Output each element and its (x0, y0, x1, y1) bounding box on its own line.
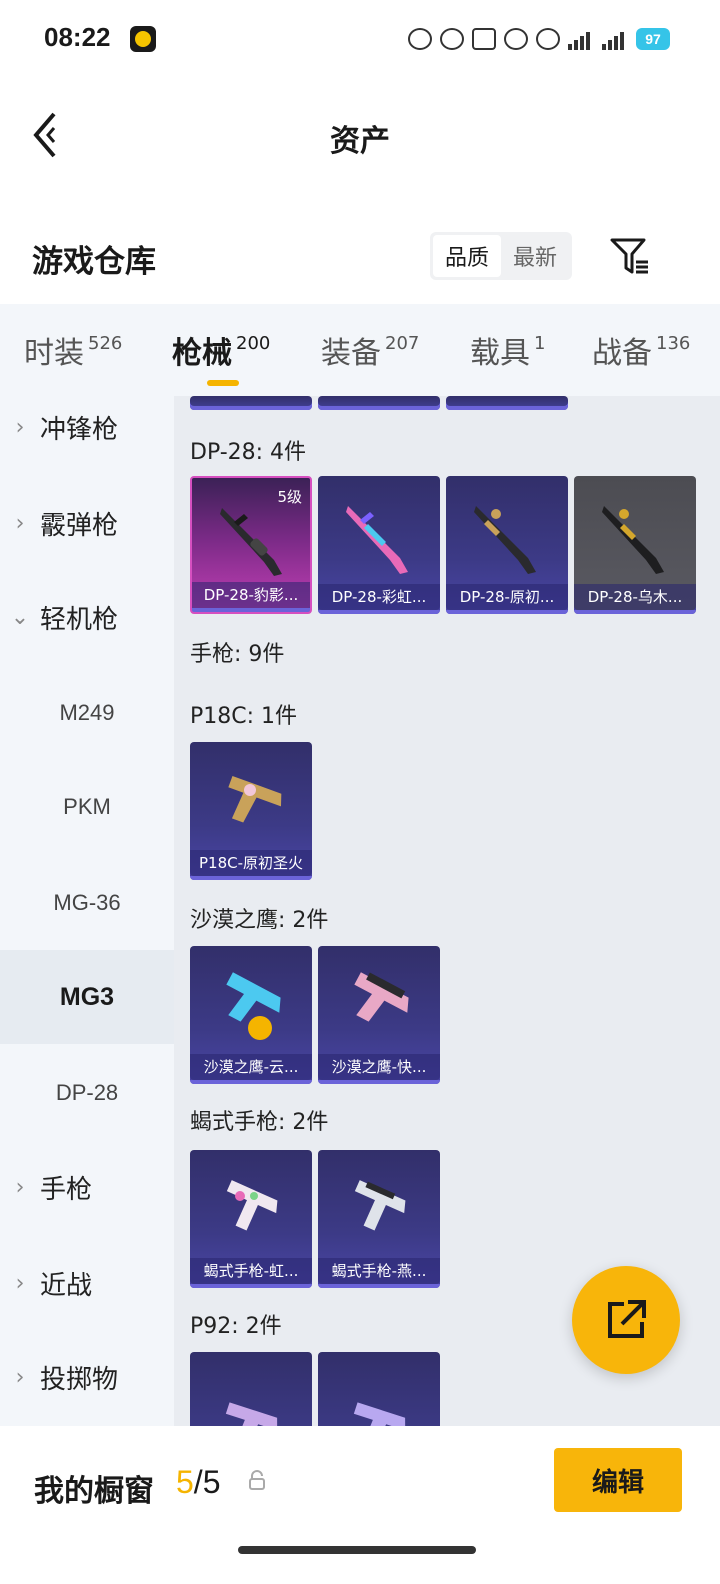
chevron-right-icon: › (15, 1270, 25, 1296)
item-card[interactable]: 沙漠之鹰-云... (190, 946, 312, 1084)
sidebar-item-throwable[interactable]: › 投掷物 (0, 1330, 174, 1424)
section-label-p18c: P18C: 1件 (190, 704, 298, 729)
app-notification-icon (130, 26, 156, 52)
item-card[interactable] (318, 1352, 440, 1426)
home-indicator[interactable] (238, 1546, 476, 1554)
cat-icon (472, 28, 496, 50)
status-icons: 97 (408, 28, 670, 50)
sidebar-item-dp28[interactable]: DP-28 (0, 1046, 174, 1140)
battery-indicator: 97 (636, 28, 670, 50)
wifi-icon (504, 28, 528, 50)
sidebar-item-mg36[interactable]: MG-36 (0, 856, 174, 950)
item-name: DP-28-彩虹... (318, 584, 440, 610)
lmg-skin-icon (346, 506, 408, 574)
sort-newest-option[interactable]: 最新 (501, 235, 569, 277)
sidebar-item-pkm[interactable]: PKM (0, 760, 174, 854)
item-card-partial[interactable] (446, 396, 568, 410)
section-label-dp28: DP-28: 4件 (190, 440, 307, 465)
status-bar: 08:22 97 (0, 0, 720, 80)
page-header: 资产 (0, 90, 720, 180)
sidebar-item-pistol[interactable]: › 手枪 (0, 1140, 174, 1234)
tab-equipment[interactable]: 装备 207 (321, 328, 419, 372)
tab-count: 136 (656, 333, 691, 354)
sidebar-item-m249[interactable]: M249 (0, 666, 174, 760)
pistol-skin-icon (225, 1402, 278, 1426)
showcase-label: 我的橱窗 (34, 1474, 154, 1509)
item-name: DP-28-乌木... (574, 584, 696, 610)
share-external-icon (608, 1300, 646, 1338)
item-card-partial[interactable] (190, 396, 312, 410)
signal-icon-1 (568, 28, 594, 50)
chevron-right-icon: › (15, 510, 25, 536)
chevron-right-icon: › (15, 1174, 25, 1200)
showcase-count: 5/5 (176, 1464, 221, 1500)
page-title: 资产 (330, 124, 390, 159)
lmg-skin-icon (220, 508, 282, 576)
filter-icon (610, 238, 648, 274)
warehouse-title: 游戏仓库 (32, 244, 156, 280)
item-name: DP-28-豹影... (192, 582, 310, 608)
tab-count: 526 (88, 333, 123, 354)
item-card[interactable]: 沙漠之鹰-快... (318, 946, 440, 1084)
section-label-pistols: 手枪: 9件 (190, 642, 285, 667)
chevron-right-icon: › (15, 1364, 25, 1390)
pistol-skin-icon (226, 972, 281, 1040)
pistol-skin-icon (226, 1180, 278, 1231)
chevron-right-icon: › (15, 414, 25, 440)
item-level: 5级 (277, 488, 302, 506)
lock-icon (249, 1470, 265, 1490)
tab-vehicles[interactable]: 载具 1 (470, 328, 545, 372)
pistol-skin-icon (353, 1402, 406, 1426)
filter-button[interactable] (608, 234, 652, 278)
pistol-skin-icon (228, 775, 282, 823)
active-tab-indicator (207, 380, 239, 386)
lmg-skin-icon (474, 506, 536, 574)
section-label-deagle: 沙漠之鹰: 2件 (190, 908, 329, 933)
item-name: DP-28-原初... (446, 584, 568, 610)
item-name: 沙漠之鹰-云... (190, 1054, 312, 1080)
mute-icon (440, 28, 464, 50)
tab-fashion[interactable]: 时装 526 (24, 328, 122, 372)
sidebar-item-lmg[interactable]: ⌄ 轻机枪 (0, 570, 174, 664)
sort-toggle: 品质 最新 (430, 232, 572, 280)
section-label-p92: P92: 2件 (190, 1314, 282, 1339)
item-name: P18C-原初圣火 (190, 850, 312, 876)
item-card[interactable]: DP-28-原初... (446, 476, 568, 614)
tab-count: 207 (385, 333, 420, 354)
item-card[interactable]: 5级 DP-28-豹影... (190, 476, 312, 614)
tab-supplies[interactable]: 战备 136 (592, 328, 690, 372)
item-card[interactable]: 蝎式手枪-虹... (190, 1150, 312, 1288)
sidebar-item-smg[interactable]: › 冲锋枪 (0, 380, 174, 474)
signal-icon-2 (602, 28, 628, 50)
pistol-skin-icon (354, 972, 409, 1022)
chevron-down-icon: ⌄ (10, 604, 30, 630)
edit-button[interactable]: 编辑 (554, 1448, 682, 1512)
pistol-skin-icon (354, 1180, 406, 1231)
tab-count: 200 (236, 333, 271, 354)
item-card[interactable]: DP-28-彩虹... (318, 476, 440, 614)
item-card-partial[interactable] (318, 396, 440, 410)
item-card[interactable]: P18C-原初圣火 (190, 742, 312, 880)
item-card[interactable]: DP-28-乌木... (574, 476, 696, 614)
lmg-skin-icon (602, 506, 664, 574)
item-name: 蝎式手枪-燕... (318, 1258, 440, 1284)
tab-count: 1 (534, 333, 546, 354)
item-name: 蝎式手枪-虹... (190, 1258, 312, 1284)
sidebar-item-mg3[interactable]: MG3 (0, 950, 174, 1044)
alarm-icon (408, 28, 432, 50)
status-time: 08:22 (44, 22, 111, 52)
share-fab-button[interactable] (572, 1266, 680, 1374)
section-label-scorpion: 蝎式手枪: 2件 (190, 1110, 329, 1135)
weapon-type-sidebar: › 冲锋枪 › 霰弹枪 ⌄ 轻机枪 M249 PKM MG-36 MG3 DP-28 … (0, 396, 174, 1426)
tab-firearms[interactable]: 枪械 200 (172, 328, 270, 372)
item-name: 沙漠之鹰-快... (318, 1054, 440, 1080)
item-card[interactable] (190, 1352, 312, 1426)
paw-icon (536, 28, 560, 50)
showcase-bar: 我的橱窗 5/5 编辑 (0, 1426, 720, 1584)
item-card[interactable]: 蝎式手枪-燕... (318, 1150, 440, 1288)
sort-quality-option[interactable]: 品质 (433, 235, 501, 277)
sidebar-item-shotgun[interactable]: › 霰弹枪 (0, 476, 174, 570)
sidebar-item-melee[interactable]: › 近战 (0, 1236, 174, 1330)
